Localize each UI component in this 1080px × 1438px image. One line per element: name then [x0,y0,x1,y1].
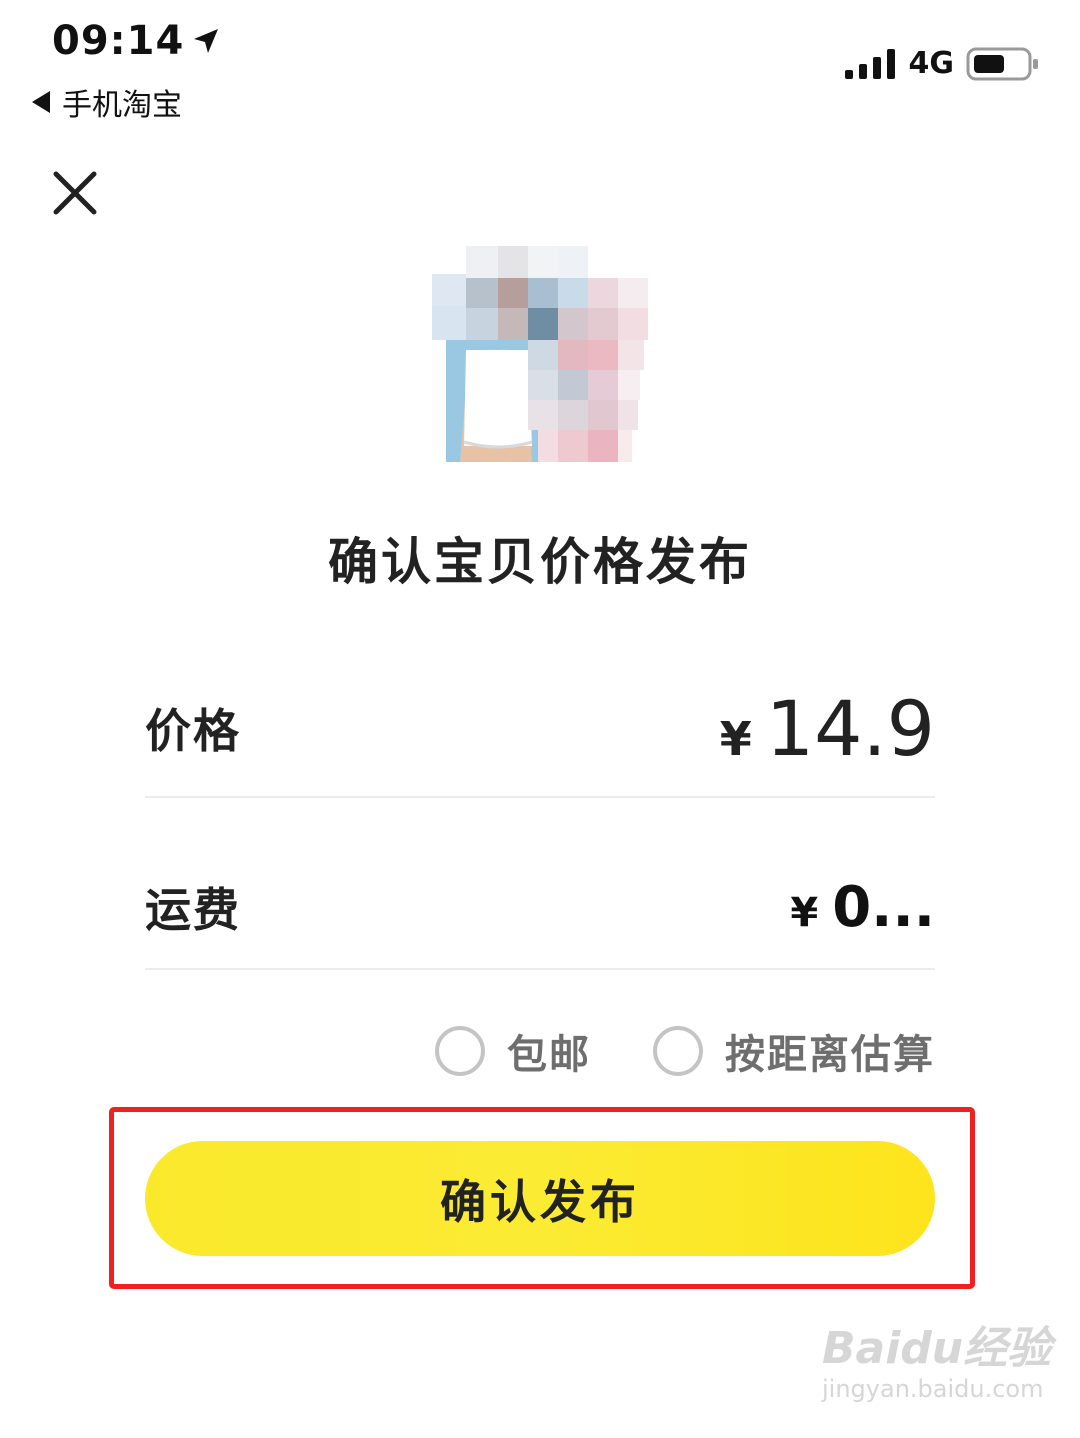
price-amount: 14.9 [765,683,935,773]
distance-estimate-label: 按距离估算 [725,1032,935,1078]
back-triangle-icon [32,91,50,113]
signal-icon [844,48,895,79]
watermark-main: Baidu经验 [822,1323,1052,1374]
price-currency: ¥ [719,711,752,766]
back-to-app-link[interactable]: 手机淘宝 [32,80,182,124]
price-input[interactable]: ¥ 14.9 [720,684,935,773]
baidu-watermark: Baidu经验 jingyan.baidu.com [822,1323,1052,1420]
price-row: 价格 ¥ 14.9 [145,660,935,798]
watermark-sub: jingyan.baidu.com [822,1375,1044,1403]
page-title: 确认宝贝价格发布 [328,533,752,591]
location-arrow-icon [194,29,219,53]
status-time: 09:14 [52,18,220,64]
time-text: 09:14 [52,18,185,64]
status-indicators: 4G [844,46,1041,81]
free-shipping-radio[interactable] [435,1026,485,1076]
distance-estimate-option[interactable]: 按距离估算 [653,1022,935,1080]
free-shipping-label: 包邮 [507,1032,591,1078]
free-shipping-option[interactable]: 包邮 [435,1022,591,1080]
shipping-input[interactable]: ¥ 0... [790,875,935,940]
shipping-label: 运费 [145,883,241,937]
close-icon [53,171,97,215]
price-label: 价格 [145,704,241,758]
distance-estimate-radio[interactable] [653,1026,703,1076]
confirm-publish-button[interactable]: 确认发布 [145,1141,935,1256]
battery-icon [966,47,1038,80]
shipping-currency: ¥ [790,889,819,936]
product-image [432,246,652,468]
shipping-options: 包邮 按距离估算 [435,1022,935,1080]
network-label: 4G [908,46,955,81]
shipping-amount: 0... [832,874,935,940]
shipping-row: 运费 ¥ 0... [145,846,935,970]
back-app-label: 手机淘宝 [62,88,182,123]
close-button[interactable] [50,168,100,218]
